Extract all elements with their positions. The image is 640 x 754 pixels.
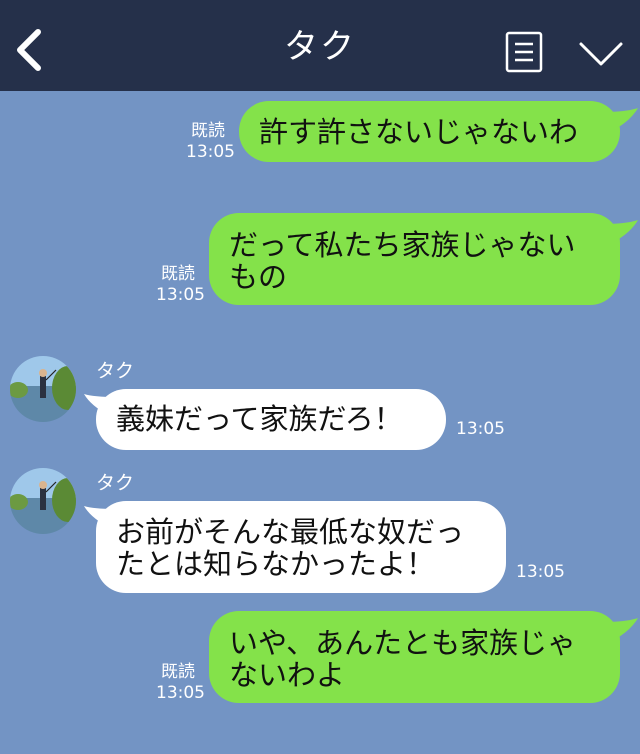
chat-header: タク — [0, 0, 640, 91]
read-status: 既読 13:05 — [156, 264, 205, 305]
avatar[interactable] — [10, 468, 76, 534]
message-time: 13:05 — [156, 285, 205, 305]
menu-list-icon[interactable] — [505, 31, 543, 73]
chevron-down-icon[interactable] — [578, 40, 624, 68]
bubble-tail — [604, 108, 638, 132]
message-time: 13:05 — [186, 142, 235, 162]
avatar[interactable] — [10, 356, 76, 422]
message-bubble-sent[interactable]: 許す許さないじゃないわ — [239, 101, 620, 162]
read-status: 既読 13:05 — [186, 121, 235, 162]
bubble-tail — [604, 220, 638, 244]
sender-name: タク — [96, 472, 135, 494]
message-bubble-received[interactable]: 義妹だって家族だろ！ — [96, 389, 446, 450]
bubble-tail — [604, 618, 638, 642]
message-time: 13:05 — [516, 562, 565, 582]
message-bubble-sent[interactable]: いや、あんたとも家族じゃ ないわよ — [209, 611, 620, 703]
message-bubble-sent[interactable]: だって私たち家族じゃない もの — [209, 213, 620, 305]
read-status: 既読 13:05 — [156, 662, 205, 703]
message-bubble-received[interactable]: お前がそんな最低な奴だっ たとは知らなかったよ！ — [96, 501, 506, 593]
avatar-icon — [10, 356, 76, 422]
chat-title: タク — [284, 27, 356, 67]
message-time: 13:05 — [156, 683, 205, 703]
sender-name: タク — [96, 360, 135, 382]
avatar-icon — [10, 468, 76, 534]
message-time: 13:05 — [456, 419, 505, 439]
